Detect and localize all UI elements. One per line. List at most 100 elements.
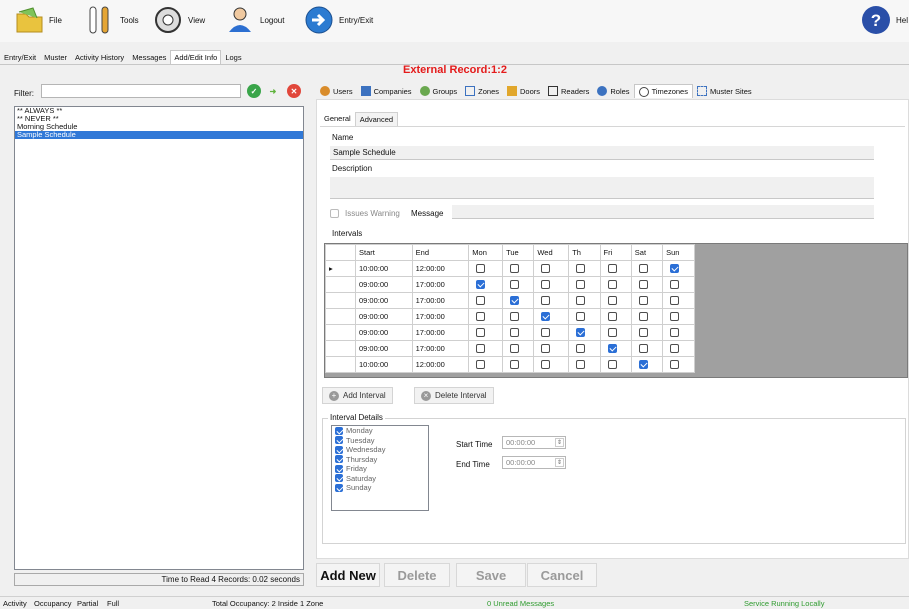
thursday-checkbox[interactable] [335, 455, 343, 464]
day-checkbox[interactable] [638, 344, 648, 354]
day-checkbox[interactable] [476, 312, 486, 322]
end-time-cell[interactable]: 12:00:00 [411, 260, 470, 277]
day-checkbox[interactable] [576, 360, 586, 370]
day-cell[interactable] [630, 324, 664, 341]
day-cell[interactable] [630, 356, 664, 373]
day-cell[interactable] [502, 292, 535, 309]
table-row[interactable]: 09:00:00 17:00:00 [325, 340, 695, 357]
day-cell[interactable] [599, 260, 632, 277]
day-cell[interactable] [533, 260, 570, 277]
day-checkbox[interactable] [576, 312, 586, 322]
column-sat[interactable]: Sat [630, 244, 664, 261]
tab-roles[interactable]: Roles [593, 84, 633, 98]
day-item[interactable]: Wednesday [332, 445, 428, 455]
day-checkbox[interactable] [670, 296, 680, 306]
tools-button[interactable]: Tools [84, 2, 139, 38]
day-checkbox[interactable] [510, 280, 520, 290]
column-th[interactable]: Th [568, 244, 601, 261]
spinner-icon[interactable]: ⇕ [555, 438, 564, 447]
status-tab-full[interactable]: Full [107, 599, 119, 608]
day-checkbox[interactable] [476, 296, 486, 306]
day-cell[interactable] [502, 356, 535, 373]
saturday-checkbox[interactable] [335, 474, 343, 483]
row-header[interactable] [325, 324, 356, 341]
day-checkbox[interactable] [576, 264, 586, 274]
tab-add-edit-info[interactable]: Add/Edit Info [170, 50, 222, 64]
day-cell[interactable] [468, 292, 504, 309]
day-checkbox[interactable] [670, 280, 680, 290]
end-time-cell[interactable]: 17:00:00 [411, 292, 470, 309]
delete-interval-button[interactable]: × Delete Interval [414, 387, 494, 404]
day-checkbox[interactable] [607, 360, 617, 370]
table-row[interactable]: ▸ 10:00:00 12:00:00 [325, 260, 695, 277]
day-cell[interactable] [662, 340, 695, 357]
day-checkbox[interactable] [576, 280, 586, 290]
day-item[interactable]: Sunday [332, 483, 428, 493]
day-checkbox[interactable] [670, 360, 680, 370]
column-start[interactable]: Start [355, 244, 413, 261]
day-cell[interactable] [662, 276, 695, 293]
day-cell[interactable] [599, 356, 632, 373]
spinner-icon[interactable]: ⇕ [555, 458, 564, 467]
description-field[interactable] [330, 177, 874, 199]
day-checkbox[interactable] [510, 360, 520, 370]
unread-messages[interactable]: 0 Unread Messages [487, 599, 554, 608]
row-header[interactable] [325, 308, 356, 325]
tab-zones[interactable]: Zones [461, 84, 503, 98]
delete-button[interactable]: Delete [384, 563, 450, 587]
cancel-button[interactable]: Cancel [527, 563, 597, 587]
day-cell[interactable] [568, 276, 601, 293]
start-time-cell[interactable]: 10:00:00 [355, 260, 413, 277]
column-wed[interactable]: Wed [533, 244, 570, 261]
day-cell[interactable] [468, 260, 504, 277]
day-checkbox[interactable] [510, 312, 520, 322]
day-cell[interactable] [599, 308, 632, 325]
day-cell[interactable] [502, 308, 535, 325]
day-checkbox[interactable] [510, 296, 520, 306]
row-header[interactable]: ▸ [325, 260, 356, 277]
days-list[interactable]: Monday Tuesday Wednesday Thursday Friday… [331, 425, 429, 511]
day-cell[interactable] [468, 276, 504, 293]
tab-muster-sites[interactable]: Muster Sites [693, 84, 756, 98]
list-item-selected[interactable]: Sample Schedule [15, 131, 303, 139]
day-cell[interactable] [662, 356, 695, 373]
day-checkbox[interactable] [576, 296, 586, 306]
file-button[interactable]: File [13, 2, 62, 38]
tuesday-checkbox[interactable] [335, 436, 343, 445]
entry-exit-button[interactable]: Entry/Exit [303, 2, 373, 38]
help-button[interactable]: ? Hel [860, 2, 908, 38]
tab-logs[interactable]: Logs [221, 50, 245, 64]
day-cell[interactable] [533, 292, 570, 309]
table-row[interactable]: 09:00:00 17:00:00 [325, 324, 695, 341]
column-fri[interactable]: Fri [599, 244, 632, 261]
day-cell[interactable] [662, 308, 695, 325]
table-row[interactable]: 09:00:00 17:00:00 [325, 292, 695, 309]
day-checkbox[interactable] [607, 312, 617, 322]
row-header[interactable] [325, 276, 356, 293]
issues-warning-checkbox[interactable] [330, 209, 339, 219]
day-cell[interactable] [502, 324, 535, 341]
name-field[interactable]: Sample Schedule [330, 146, 874, 160]
column-sun[interactable]: Sun [662, 244, 695, 261]
day-cell[interactable] [533, 308, 570, 325]
start-time-cell[interactable]: 09:00:00 [355, 308, 413, 325]
day-checkbox[interactable] [607, 296, 617, 306]
day-cell[interactable] [568, 292, 601, 309]
start-time-cell[interactable]: 09:00:00 [355, 324, 413, 341]
day-checkbox[interactable] [541, 328, 551, 338]
day-checkbox[interactable] [541, 264, 551, 274]
tab-messages[interactable]: Messages [128, 50, 170, 64]
day-cell[interactable] [662, 292, 695, 309]
day-cell[interactable] [568, 308, 601, 325]
day-cell[interactable] [630, 340, 664, 357]
day-checkbox[interactable] [541, 360, 551, 370]
end-time-cell[interactable]: 17:00:00 [411, 276, 470, 293]
friday-checkbox[interactable] [335, 464, 343, 473]
day-cell[interactable] [568, 356, 601, 373]
day-checkbox[interactable] [607, 344, 617, 354]
day-cell[interactable] [568, 340, 601, 357]
day-cell[interactable] [468, 340, 504, 357]
start-time-cell[interactable]: 10:00:00 [355, 356, 413, 373]
day-checkbox[interactable] [576, 344, 586, 354]
day-item[interactable]: Monday [332, 426, 428, 436]
